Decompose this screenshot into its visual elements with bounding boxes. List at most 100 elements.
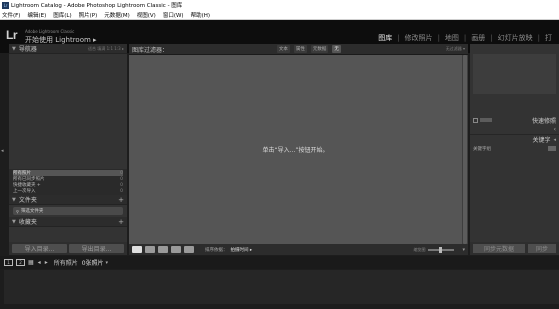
module-slideshow[interactable]: 幻灯片放映 (493, 33, 538, 43)
sync-metadata-button[interactable]: 同步元数据 (473, 244, 525, 253)
window-titlebar: Lr Lightroom Catalog - Adobe Photoshop L… (0, 0, 559, 10)
library-filter-bar: 图库过滤器： 文本 属性 元数据 无 无过滤器 ▾ (129, 44, 468, 55)
keyword-set-label: 关键字组 (473, 146, 491, 152)
menu-photo[interactable]: 照片(P) (79, 11, 98, 19)
filmstrip-photo-count: 0张照片 (81, 260, 104, 267)
filmstrip[interactable] (4, 270, 559, 304)
sort-label: 排序依据： (205, 247, 228, 253)
right-panel-buttons: 同步元数据 同步 (470, 242, 559, 255)
filmstrip-source-dropdown[interactable]: ▾ (106, 260, 109, 266)
catalog-item-count: 0 (120, 188, 123, 194)
filmstrip-bar: 1 2 ▦ ◂ ▸ 所有照片 0张照片 ▾ (0, 256, 559, 269)
empty-catalog-message: 单击“导入...”按钮开始。 (262, 147, 329, 154)
scrollbar-thumb[interactable] (463, 55, 467, 244)
keywording-header[interactable]: 关键字 ◂ (470, 134, 559, 144)
center-content: 图库过滤器： 文本 属性 元数据 无 无过滤器 ▾ 单击“导入...”按钮开始。… (129, 44, 468, 255)
keyword-set-row: 关键字组 (470, 144, 559, 153)
menu-window[interactable]: 窗口(W) (163, 11, 184, 19)
library-filter-label: 图库过滤器： (132, 46, 169, 54)
filter-tab-attribute[interactable]: 属性 (293, 45, 307, 53)
folders-label: 文件夹 (18, 197, 37, 204)
histogram-toggle[interactable] (480, 118, 492, 122)
loupe-view-icon[interactable] (145, 246, 155, 253)
library-toolbar: 排序依据： 拍摄时间 ▸ 缩览图 ▾ (129, 244, 468, 255)
catalog-item-count: 0 (120, 170, 123, 176)
menu-file[interactable]: 文件(F) (2, 11, 20, 19)
catalog-item-previous-import[interactable]: 上一次导入 0 (13, 188, 123, 195)
thumbnail-size-slider[interactable] (428, 246, 455, 253)
add-collection-icon[interactable]: + (118, 218, 124, 226)
menu-help[interactable]: 帮助(H) (191, 11, 210, 19)
histogram (473, 54, 556, 94)
navigator-zoom-options[interactable]: 适合 填满 1:1 1:3 ▸ (88, 46, 124, 52)
navigator-preview (9, 54, 127, 169)
lightroom-app-icon: Lr (2, 1, 9, 9)
navigator-header[interactable]: ▼ 导航器 适合 填满 1:1 1:3 ▸ (9, 44, 127, 54)
collapse-triangle-icon[interactable]: ◂ (553, 137, 556, 143)
export-button[interactable]: 导出目录... (69, 244, 124, 253)
collections-label: 收藏夹 (18, 219, 37, 226)
module-library[interactable]: 图库 (373, 33, 397, 43)
menu-view[interactable]: 视图(V) (137, 11, 156, 19)
folders-header[interactable]: ▼ 文件夹 + (9, 195, 127, 205)
catalog-list: 所有照片 0 所有已同步照片 0 快捷收藏夹 + 0 上一次导入 0 (9, 169, 127, 195)
filter-preset-dropdown[interactable]: 无过滤器 ▾ (446, 46, 465, 52)
navigator-label: 导航器 (18, 46, 37, 53)
collapse-triangle-icon[interactable]: ▼ (12, 219, 16, 225)
lightroom-logo: Lr (6, 28, 18, 42)
search-icon: ⚲ (16, 208, 19, 214)
main-monitor-icon[interactable]: 1 (4, 259, 13, 266)
left-panel-buttons: 导入目录... 导出目录... (9, 242, 127, 255)
module-book[interactable]: 画册 (466, 33, 490, 43)
left-panel: ▼ 导航器 适合 填满 1:1 1:3 ▸ 所有照片 0 所有已同步照片 0 快… (9, 44, 127, 255)
module-develop[interactable]: 修改照片 (400, 33, 438, 43)
left-panel-toggle-icon[interactable]: ◂ (1, 148, 4, 154)
menu-edit[interactable]: 编辑(E) (27, 11, 46, 19)
filter-tab-metadata[interactable]: 元数据 (310, 45, 329, 53)
back-arrow-icon[interactable]: ◂ (38, 259, 41, 266)
catalog-item-count: 0 (120, 176, 123, 182)
quick-develop-sub[interactable]: ‹ (470, 124, 559, 134)
menu-metadata[interactable]: 元数据(M) (104, 11, 130, 19)
grid-scrollbar[interactable] (462, 55, 468, 244)
grid-view[interactable]: 单击“导入...”按钮开始。 (129, 55, 462, 244)
identity-small-text: Adobe Lightroom Classic (25, 29, 75, 34)
quick-develop-row: 快速修照 (470, 116, 559, 125)
filter-tab-text[interactable]: 文本 (276, 45, 290, 53)
add-folder-icon[interactable]: + (118, 196, 124, 204)
keywording-label: 关键字 (532, 137, 551, 144)
folder-filter-placeholder: 筛选文件夹 (20, 209, 44, 214)
module-map[interactable]: 地图 (440, 33, 464, 43)
second-monitor-icon[interactable]: 2 (16, 259, 25, 266)
window-title: Lightroom Catalog - Adobe Photoshop Ligh… (11, 3, 183, 9)
people-view-icon[interactable] (184, 246, 194, 253)
keyword-set-dropdown[interactable] (548, 146, 556, 151)
survey-view-icon[interactable] (171, 246, 181, 253)
module-print[interactable]: 打 (540, 33, 557, 43)
grid-icon[interactable]: ▦ (28, 259, 34, 266)
import-button[interactable]: 导入目录... (12, 244, 67, 253)
slider-knob[interactable] (439, 246, 443, 253)
original-photo-checkbox[interactable] (473, 117, 478, 123)
right-panel: 快速修照 ‹ 关键字 ◂ 关键字组 同步元数据 同步 (470, 44, 559, 255)
collapse-triangle-icon[interactable]: ▼ (12, 46, 16, 52)
collapse-triangle-icon[interactable]: ▼ (12, 197, 16, 203)
quick-develop-label[interactable]: 快速修照 (532, 116, 556, 125)
identity-plate[interactable]: Adobe Lightroom Classic 开始使用 Lightroom ▸ (25, 29, 97, 45)
compare-view-icon[interactable] (158, 246, 168, 253)
filter-tab-none[interactable]: 无 (332, 45, 341, 53)
menubar: 文件(F) 编辑(E) 图库(L) 照片(P) 元数据(M) 视图(V) 窗口(… (0, 10, 559, 20)
filmstrip-source[interactable]: 所有照片 (54, 258, 78, 267)
menu-library[interactable]: 图库(L) (53, 11, 71, 19)
thumbnail-size-label: 缩览图 (413, 246, 426, 252)
sort-dropdown[interactable]: 拍摄时间 ▸ (231, 247, 253, 253)
folder-filter-input[interactable]: ⚲ 筛选文件夹 (13, 207, 123, 215)
forward-arrow-icon[interactable]: ▸ (45, 259, 48, 266)
toolbar-options-dropdown[interactable]: ▾ (462, 247, 465, 253)
collections-header[interactable]: ▼ 收藏夹 + (9, 217, 127, 227)
catalog-item-label: 上一次导入 (13, 189, 36, 194)
grid-view-icon[interactable] (132, 246, 142, 253)
sync-settings-button[interactable]: 同步 (528, 244, 556, 253)
expand-icon[interactable]: ‹ (554, 126, 556, 133)
catalog-item-count: 0 (120, 182, 123, 188)
